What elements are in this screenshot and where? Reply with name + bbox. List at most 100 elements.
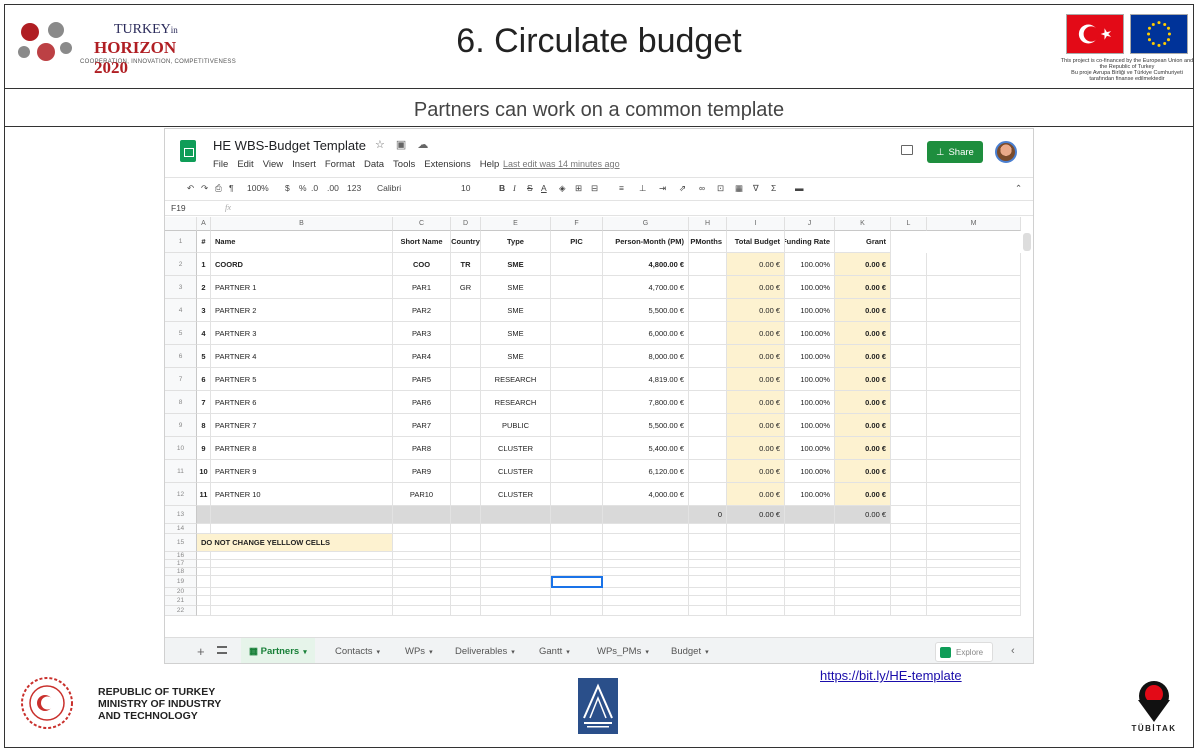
table-cell[interactable]: PAR7 (393, 414, 451, 437)
column-header-a[interactable]: A (197, 217, 211, 231)
table-cell[interactable] (689, 414, 727, 437)
undo-icon[interactable]: ↶ (187, 183, 194, 194)
menu-edit[interactable]: Edit (237, 159, 253, 170)
text-rotation-icon[interactable]: ⇗ (679, 183, 686, 194)
table-cell[interactable] (551, 253, 603, 276)
table-cell[interactable]: PARTNER 3 (211, 322, 393, 345)
empty-cell[interactable] (891, 483, 927, 506)
table-cell[interactable]: 0.00 € (835, 368, 891, 391)
table-cell[interactable]: GR (451, 276, 481, 299)
table-cell[interactable]: PAR8 (393, 437, 451, 460)
row-header[interactable]: 22 (165, 606, 197, 616)
table-cell[interactable]: 4,800.00 € (603, 253, 689, 276)
functions-icon[interactable]: Σ (771, 183, 776, 193)
table-header-cell[interactable]: PIC (551, 231, 603, 253)
filter-icon[interactable]: ∇ (753, 183, 759, 194)
empty-cell[interactable] (451, 534, 481, 552)
table-cell[interactable]: 3 (197, 299, 211, 322)
empty-cell[interactable] (927, 276, 1021, 299)
sheets-logo-icon[interactable] (180, 140, 196, 162)
table-header-cell[interactable]: Person-Month (PM) (603, 231, 689, 253)
table-cell[interactable]: CLUSTER (481, 460, 551, 483)
empty-cell[interactable] (197, 606, 211, 616)
table-cell[interactable] (551, 345, 603, 368)
table-cell[interactable]: PAR3 (393, 322, 451, 345)
column-header-c[interactable]: C (393, 217, 451, 231)
empty-cell[interactable] (451, 576, 481, 588)
add-sheet-icon[interactable]: + (197, 644, 205, 659)
empty-cell[interactable] (927, 414, 1021, 437)
empty-cell[interactable] (211, 552, 393, 560)
table-cell[interactable]: PARTNER 2 (211, 299, 393, 322)
column-header-d[interactable]: D (451, 217, 481, 231)
empty-cell[interactable] (451, 524, 481, 534)
empty-cell[interactable] (689, 576, 727, 588)
empty-cell[interactable] (891, 534, 927, 552)
table-cell[interactable]: 0.00 € (835, 253, 891, 276)
empty-cell[interactable] (927, 552, 1021, 560)
row-header[interactable]: 3 (165, 276, 197, 299)
empty-cell[interactable] (891, 276, 927, 299)
table-header-cell[interactable]: Type (481, 231, 551, 253)
table-cell[interactable]: PARTNER 5 (211, 368, 393, 391)
empty-cell[interactable] (927, 368, 1021, 391)
empty-cell[interactable] (927, 437, 1021, 460)
table-cell[interactable] (551, 460, 603, 483)
side-panel-toggle-icon[interactable]: ‹ (1011, 645, 1015, 657)
more-formats-select[interactable]: 123 (347, 183, 361, 193)
empty-cell[interactable] (481, 588, 551, 596)
table-header-cell[interactable]: Country (451, 231, 481, 253)
empty-cell[interactable] (689, 552, 727, 560)
table-cell[interactable]: 0.00 € (835, 483, 891, 506)
selected-cell-f19[interactable] (551, 576, 603, 588)
table-cell[interactable] (451, 299, 481, 322)
empty-cell[interactable] (727, 534, 785, 552)
total-cell[interactable]: 0 (689, 506, 727, 524)
empty-cell[interactable] (927, 253, 1021, 276)
empty-cell[interactable] (197, 588, 211, 596)
tab-wps-pms[interactable]: WPs_PMs ▾ (597, 646, 649, 657)
table-cell[interactable] (551, 299, 603, 322)
table-cell[interactable] (689, 276, 727, 299)
table-cell[interactable]: 5,500.00 € (603, 299, 689, 322)
table-cell[interactable] (689, 483, 727, 506)
row-header[interactable]: 6 (165, 345, 197, 368)
insert-chart-icon[interactable]: ▦ (735, 183, 743, 194)
table-cell[interactable] (451, 368, 481, 391)
table-cell[interactable] (689, 460, 727, 483)
total-cell[interactable] (393, 506, 451, 524)
table-cell[interactable]: PAR5 (393, 368, 451, 391)
table-cell[interactable]: RESEARCH (481, 391, 551, 414)
table-cell[interactable]: 6 (197, 368, 211, 391)
share-button[interactable]: ⊥ Share (927, 141, 983, 163)
insert-link-icon[interactable]: ∞ (699, 183, 705, 193)
name-box[interactable]: F19 (171, 203, 186, 213)
empty-cell[interactable] (927, 299, 1021, 322)
empty-cell[interactable] (927, 483, 1021, 506)
empty-cell[interactable] (393, 534, 451, 552)
table-cell[interactable]: 100.00% (785, 437, 835, 460)
empty-cell[interactable] (603, 596, 689, 606)
table-cell[interactable]: 7,800.00 € (603, 391, 689, 414)
table-cell[interactable] (689, 299, 727, 322)
empty-cell[interactable] (891, 596, 927, 606)
empty-cell[interactable] (603, 552, 689, 560)
menu-insert[interactable]: Insert (292, 159, 316, 170)
empty-cell[interactable] (785, 576, 835, 588)
empty-cell[interactable] (451, 606, 481, 616)
table-cell[interactable]: 4,000.00 € (603, 483, 689, 506)
tab-partners[interactable]: ▦ Partners ▾ (241, 638, 315, 663)
table-cell[interactable]: CLUSTER (481, 483, 551, 506)
vertical-align-icon[interactable]: ⊥ (639, 183, 646, 194)
empty-cell[interactable] (927, 322, 1021, 345)
vertical-scrollbar[interactable] (1023, 233, 1031, 251)
table-cell[interactable]: 0.00 € (727, 345, 785, 368)
empty-cell[interactable] (891, 576, 927, 588)
fill-color-icon[interactable]: ◈ (559, 183, 566, 194)
table-cell[interactable] (451, 345, 481, 368)
empty-cell[interactable] (197, 524, 211, 534)
table-cell[interactable]: CLUSTER (481, 437, 551, 460)
empty-cell[interactable] (689, 568, 727, 576)
font-select[interactable]: Calibri (377, 183, 401, 193)
total-cell[interactable]: 0.00 € (727, 506, 785, 524)
